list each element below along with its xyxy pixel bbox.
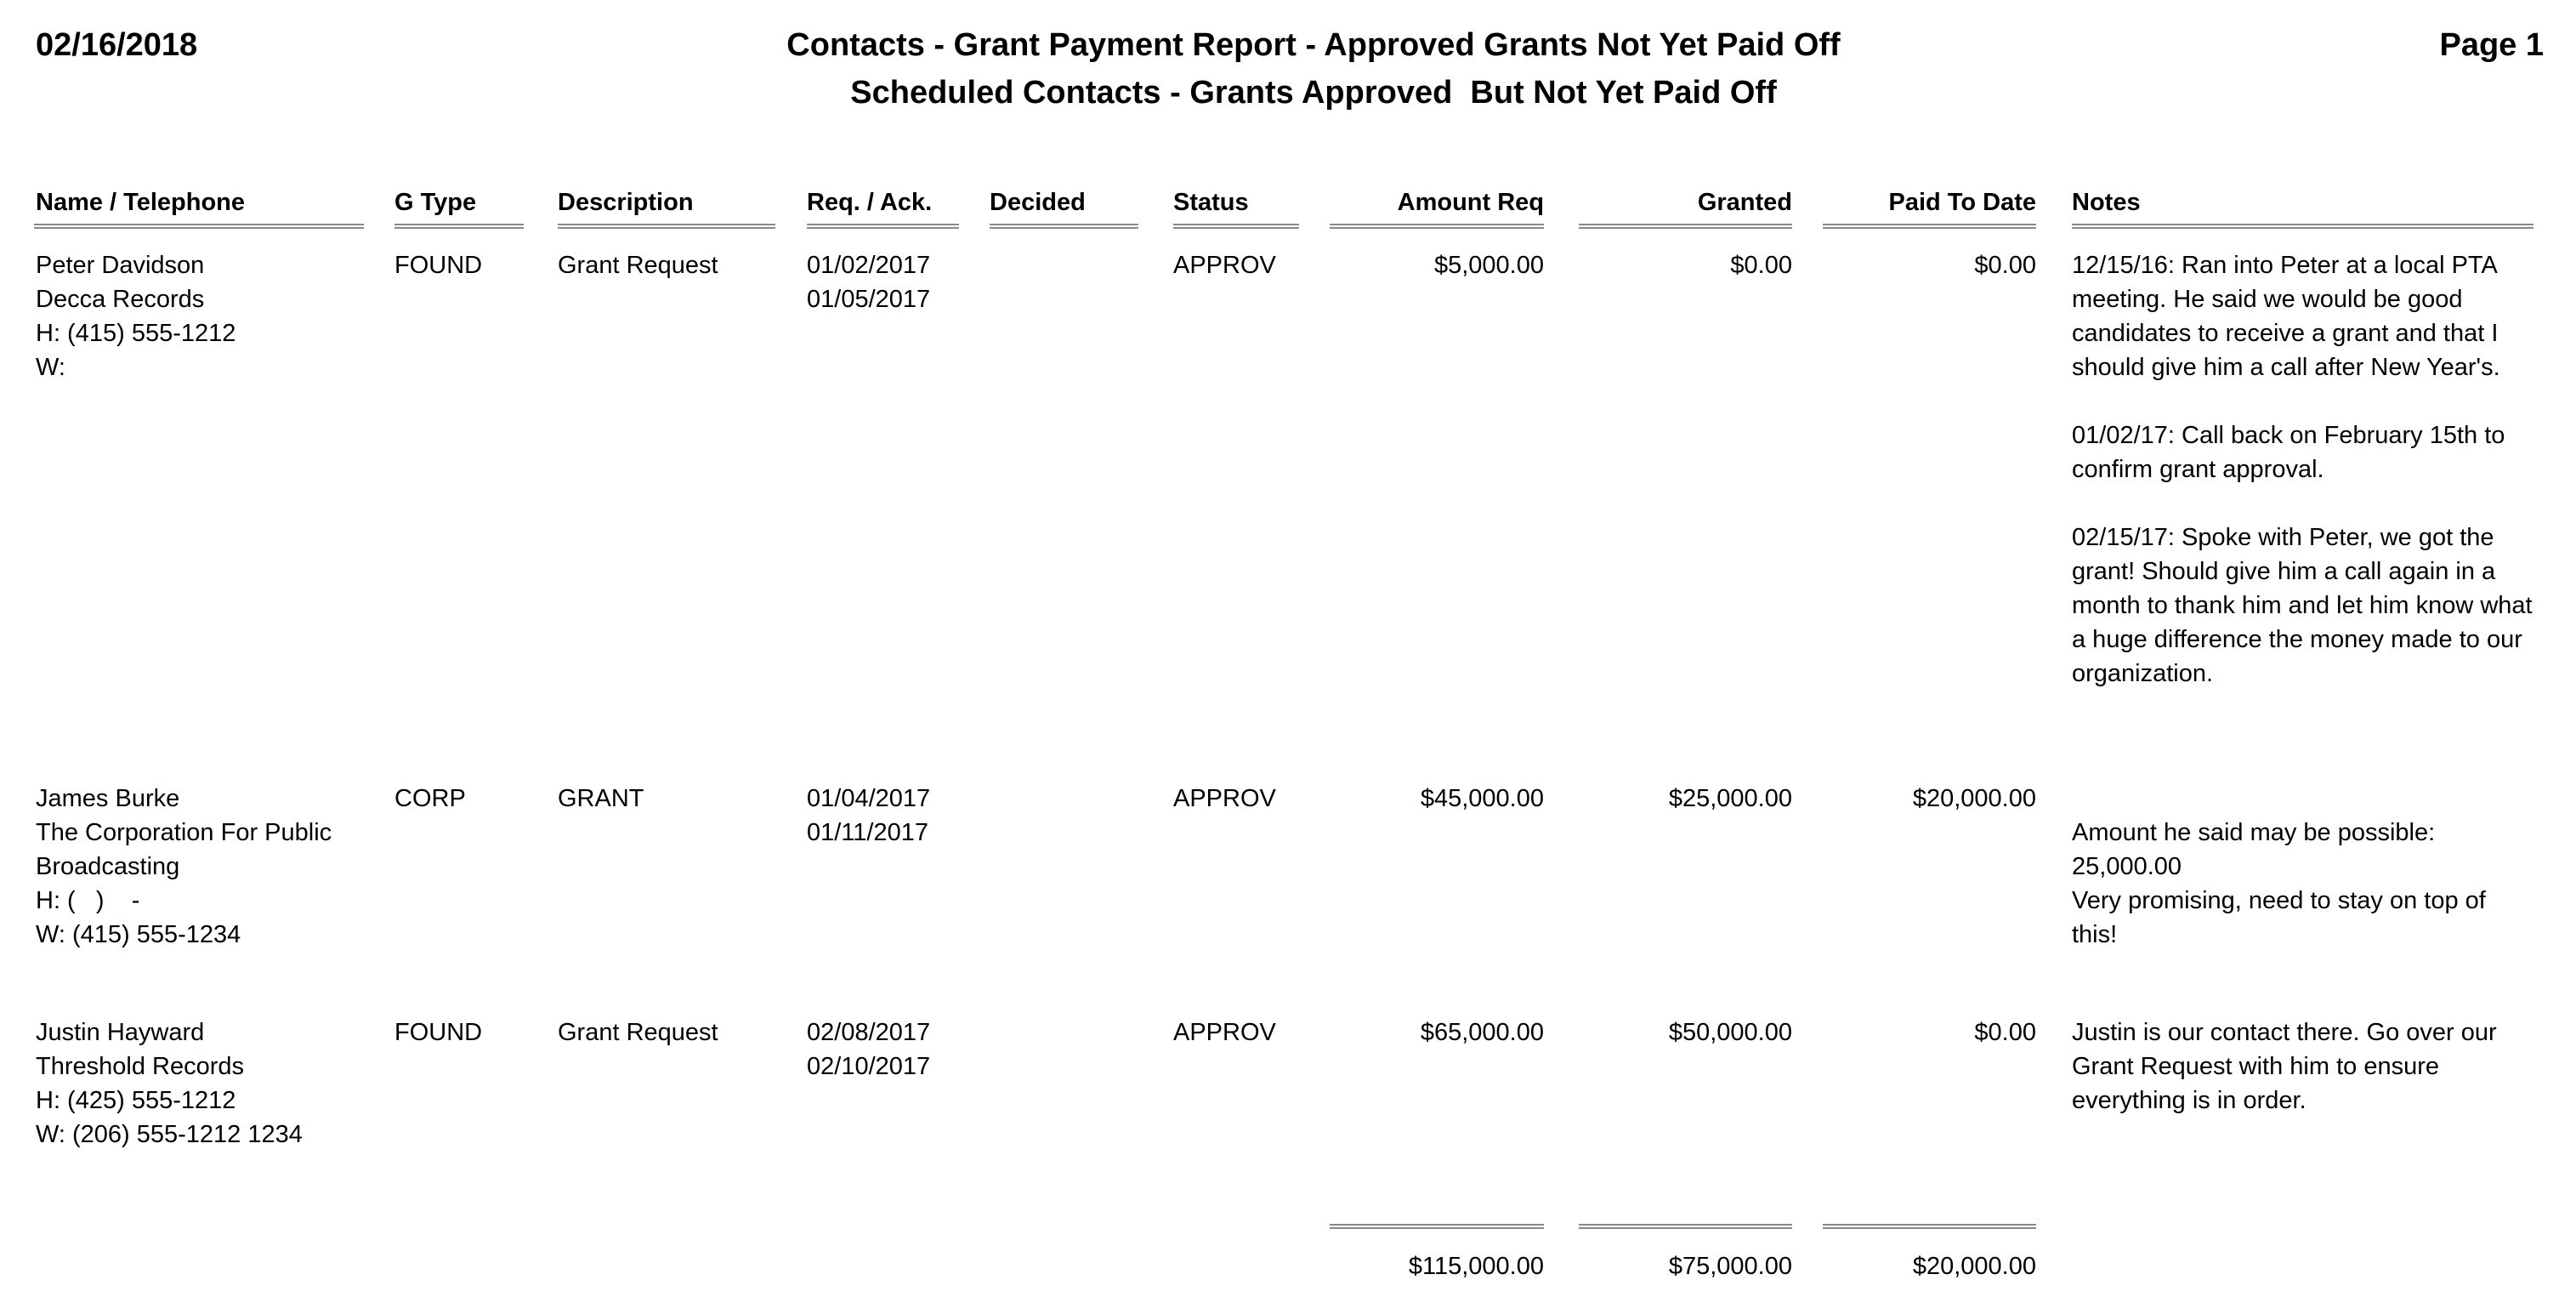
note-entry: 01/02/17: Call back on February 15th to … [2072, 422, 2505, 483]
amount-granted: $25,000.00 [1668, 785, 1792, 812]
col-header-name: Name / Telephone [36, 189, 246, 216]
total-amount-requested: $115,000.00 [1408, 1253, 1544, 1280]
req-ack-dates: 01/04/2017 01/11/2017 [807, 785, 931, 846]
report-subtitle: Scheduled Contacts - Grants Approved But… [850, 75, 1777, 111]
amount-requested: $45,000.00 [1420, 785, 1544, 812]
header-underline [394, 224, 524, 229]
totals-underline [1579, 1224, 1792, 1229]
header-underline [1823, 224, 2036, 229]
page-number: Page 1 [2439, 27, 2544, 63]
col-header-status: Status [1173, 189, 1249, 216]
col-header-granted: Granted [1697, 189, 1792, 216]
grant-type: FOUND [394, 1019, 483, 1046]
note-entry: Amount he said may be possible: 25,000.0… [2072, 819, 2486, 948]
header-underline [1173, 224, 1299, 229]
req-ack-dates: 02/08/2017 02/10/2017 [807, 1019, 931, 1080]
note-entry: 02/15/17: Spoke with Peter, we got the g… [2072, 524, 2533, 687]
paid-to-date: $20,000.00 [1912, 785, 2036, 812]
col-header-gtype: G Type [394, 189, 477, 216]
report-title: Contacts - Grant Payment Report - Approv… [786, 27, 1841, 63]
description: Grant Request [558, 252, 718, 279]
description: GRANT [558, 785, 644, 812]
grant-type: CORP [394, 785, 466, 812]
col-header-notes: Notes [2072, 189, 2141, 216]
amount-requested: $5,000.00 [1433, 252, 1544, 279]
header-underline [2072, 224, 2533, 229]
col-header-description: Description [558, 189, 694, 216]
header-underline [807, 224, 959, 229]
total-granted: $75,000.00 [1668, 1253, 1792, 1280]
total-paid-to-date: $20,000.00 [1912, 1253, 2036, 1280]
notes: Amount he said may be possible: 25,000.0… [2072, 782, 2535, 986]
header-underline [990, 224, 1138, 229]
notes: 12/15/16: Ran into Peter at a local PTA … [2072, 248, 2535, 691]
amount-granted: $50,000.00 [1668, 1019, 1792, 1046]
col-header-req-ack: Req. / Ack. [807, 189, 933, 216]
header-underline [558, 224, 775, 229]
contact-name-phone: Peter Davidson Decca Records H: (415) 55… [36, 252, 236, 381]
notes: Justin is our contact there. Go over our… [2072, 1015, 2535, 1118]
col-header-paid: Paid To Date [1888, 189, 2037, 216]
col-header-decided: Decided [990, 189, 1086, 216]
totals-underline [1823, 1224, 2036, 1229]
contact-name-phone: Justin Hayward Threshold Records H: (425… [36, 1019, 303, 1148]
note-entry: 12/15/16: Ran into Peter at a local PTA … [2072, 252, 2500, 381]
description: Grant Request [558, 1019, 718, 1046]
note-entry: Justin is our contact there. Go over our… [2072, 1019, 2497, 1114]
amount-granted: $0.00 [1730, 252, 1792, 279]
header-underline [1579, 224, 1792, 229]
contact-name-phone: James Burke The Corporation For Public B… [36, 785, 332, 948]
grant-type: FOUND [394, 252, 483, 279]
paid-to-date: $0.00 [1974, 252, 2036, 279]
header-underline [34, 224, 364, 229]
status: APPROV [1173, 252, 1276, 279]
status: APPROV [1173, 1019, 1276, 1046]
amount-requested: $65,000.00 [1420, 1019, 1544, 1046]
paid-to-date: $0.00 [1974, 1019, 2036, 1046]
status: APPROV [1173, 785, 1276, 812]
header-underline [1330, 224, 1544, 229]
req-ack-dates: 01/02/2017 01/05/2017 [807, 252, 931, 313]
totals-underline [1330, 1224, 1544, 1229]
col-header-amount-req: Amount Req [1397, 189, 1544, 216]
